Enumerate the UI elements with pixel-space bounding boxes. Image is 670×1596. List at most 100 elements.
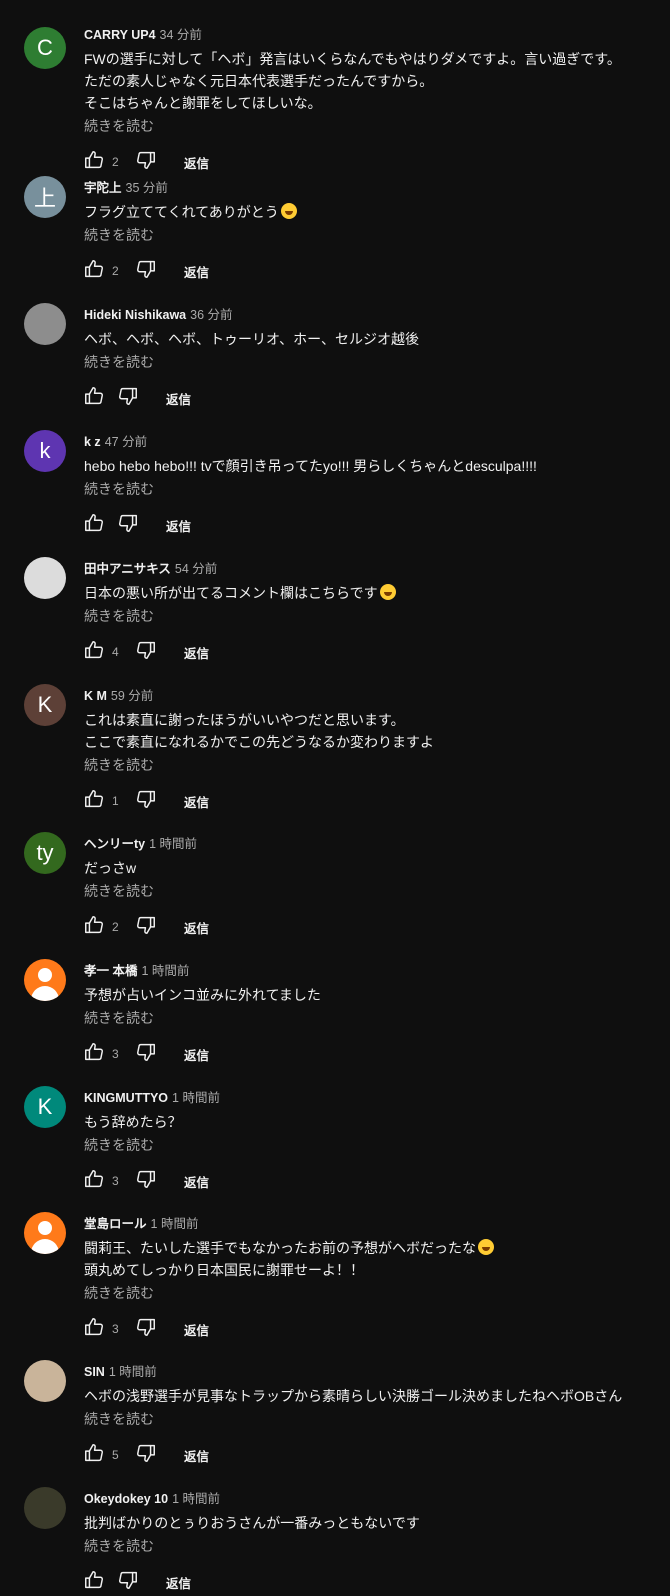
avatar[interactable]: ty	[24, 832, 66, 874]
read-more-link[interactable]: 続きを読む	[84, 1283, 154, 1303]
dislike-button[interactable]	[116, 386, 140, 410]
read-more-link[interactable]: 続きを読む	[84, 116, 154, 136]
read-more-link[interactable]: 続きを読む	[84, 1135, 154, 1155]
dislike-button[interactable]	[134, 1169, 158, 1193]
comment-author[interactable]: 宇陀上	[84, 181, 122, 195]
like-button[interactable]	[82, 640, 106, 664]
reply-button[interactable]: 返信	[166, 389, 191, 408]
comment-author[interactable]: 孝一 本橋	[84, 964, 137, 978]
comment-time[interactable]: 1 時間前	[172, 1091, 220, 1105]
comment-author[interactable]: ヘンリーty	[84, 837, 145, 851]
comment-line: 闘莉王、たいした選手でもなかったお前の予想がヘボだったな	[84, 1240, 476, 1256]
like-button[interactable]	[82, 386, 106, 410]
comment-author[interactable]: K M	[84, 689, 107, 703]
like-button[interactable]	[82, 1570, 106, 1594]
avatar[interactable]: K	[24, 684, 66, 726]
read-more-link[interactable]: 続きを読む	[84, 881, 154, 901]
comment-author[interactable]: Okeydokey 10	[84, 1492, 168, 1506]
comment-author[interactable]: k z	[84, 435, 101, 449]
comment-author[interactable]: KINGMUTTYO	[84, 1091, 168, 1105]
comment-time[interactable]: 59 分前	[111, 689, 153, 703]
comment-author[interactable]: CARRY UP4	[84, 28, 156, 42]
dislike-button[interactable]	[134, 1042, 158, 1066]
reply-button[interactable]: 返信	[184, 1045, 209, 1064]
comment-text: 予想が占いインコ並みに外れてました	[84, 984, 321, 1006]
avatar[interactable]: C	[24, 27, 66, 69]
comment-line: 日本の悪い所が出てるコメント欄はこちらです	[84, 585, 378, 601]
dislike-button[interactable]	[134, 150, 158, 174]
thumbs-down-icon	[135, 914, 157, 941]
comment-author[interactable]: 田中アニサキス	[84, 562, 171, 576]
like-button[interactable]	[82, 915, 106, 939]
dislike-button[interactable]	[116, 513, 140, 537]
comment-text: FWの選手に対して「ヘボ」発言はいくらなんでもやはりダメですよ。言い過ぎです。た…	[84, 48, 621, 114]
comment-text: フラグ立ててくれてありがとう	[84, 201, 297, 223]
comment-line: ここで素直になれるかでこの先どうなるか変わりますよ	[84, 734, 434, 750]
avatar[interactable]: K	[24, 1086, 66, 1128]
read-more-link[interactable]: 続きを読む	[84, 755, 154, 775]
comment-author[interactable]: Hideki Nishikawa	[84, 308, 186, 322]
read-more-link[interactable]: 続きを読む	[84, 225, 154, 245]
like-button[interactable]	[82, 1443, 106, 1467]
reply-button[interactable]: 返信	[184, 153, 209, 172]
thumbs-down-icon	[135, 1442, 157, 1469]
avatar[interactable]: k	[24, 430, 66, 472]
comment-time[interactable]: 34 分前	[160, 28, 202, 42]
dislike-button[interactable]	[134, 915, 158, 939]
dislike-button[interactable]	[134, 640, 158, 664]
thumbs-down-icon	[135, 1041, 157, 1068]
comment-time[interactable]: 35 分前	[126, 181, 168, 195]
reply-button[interactable]: 返信	[184, 1320, 209, 1339]
avatar[interactable]	[24, 1487, 66, 1529]
comment-time[interactable]: 1 時間前	[172, 1492, 220, 1506]
read-more-link[interactable]: 続きを読む	[84, 606, 154, 626]
comment-actions: 4 返信	[82, 640, 209, 664]
read-more-link[interactable]: 続きを読む	[84, 1008, 154, 1028]
reply-button[interactable]: 返信	[184, 262, 209, 281]
comment-time[interactable]: 1 時間前	[109, 1365, 157, 1379]
dislike-button[interactable]	[134, 1317, 158, 1341]
read-more-link[interactable]: 続きを読む	[84, 1536, 154, 1556]
like-button[interactable]	[82, 1317, 106, 1341]
comment-time[interactable]: 47 分前	[105, 435, 147, 449]
comment-author[interactable]: 堂島ロール	[84, 1217, 147, 1231]
read-more-link[interactable]: 続きを読む	[84, 479, 154, 499]
avatar[interactable]	[24, 1360, 66, 1402]
reply-button[interactable]: 返信	[184, 792, 209, 811]
reply-button[interactable]: 返信	[184, 1446, 209, 1465]
reply-button[interactable]: 返信	[184, 1172, 209, 1191]
comment-time[interactable]: 1 時間前	[151, 1217, 199, 1231]
reply-button[interactable]: 返信	[184, 918, 209, 937]
like-button[interactable]	[82, 259, 106, 283]
comment-time[interactable]: 1 時間前	[141, 964, 189, 978]
laughing-emoji-icon	[379, 584, 396, 600]
read-more-link[interactable]: 続きを読む	[84, 1409, 154, 1429]
comment-author[interactable]: SIN	[84, 1365, 105, 1379]
read-more-link[interactable]: 続きを読む	[84, 352, 154, 372]
dislike-button[interactable]	[116, 1570, 140, 1594]
comment-time[interactable]: 1 時間前	[149, 837, 197, 851]
comment-line: そこはちゃんと謝罪をしてほしいな。	[84, 95, 322, 111]
dislike-button[interactable]	[134, 789, 158, 813]
reply-button[interactable]: 返信	[166, 1573, 191, 1592]
like-button[interactable]	[82, 150, 106, 174]
dislike-button[interactable]	[134, 1443, 158, 1467]
like-button[interactable]	[82, 789, 106, 813]
like-button[interactable]	[82, 1169, 106, 1193]
comment-time[interactable]: 54 分前	[175, 562, 217, 576]
comment-time[interactable]: 36 分前	[190, 308, 232, 322]
like-button[interactable]	[82, 513, 106, 537]
reply-button[interactable]: 返信	[184, 643, 209, 662]
comment-line: FWの選手に対して「ヘボ」発言はいくらなんでもやはりダメですよ。言い過ぎです。	[84, 51, 621, 67]
avatar[interactable]	[24, 1212, 66, 1254]
reply-button[interactable]: 返信	[166, 516, 191, 535]
dislike-button[interactable]	[134, 259, 158, 283]
comment-text: ヘボの浅野選手が見事なトラップから素晴らしい決勝ゴール決めましたねヘボOBさん	[84, 1385, 622, 1407]
avatar[interactable]: 上	[24, 176, 66, 218]
avatar[interactable]	[24, 959, 66, 1001]
like-button[interactable]	[82, 1042, 106, 1066]
avatar[interactable]	[24, 303, 66, 345]
comment-line: 批判ばかりのとぅりおうさんが一番みっともないです	[84, 1515, 420, 1531]
avatar-initial: K	[37, 692, 53, 717]
avatar[interactable]	[24, 557, 66, 599]
